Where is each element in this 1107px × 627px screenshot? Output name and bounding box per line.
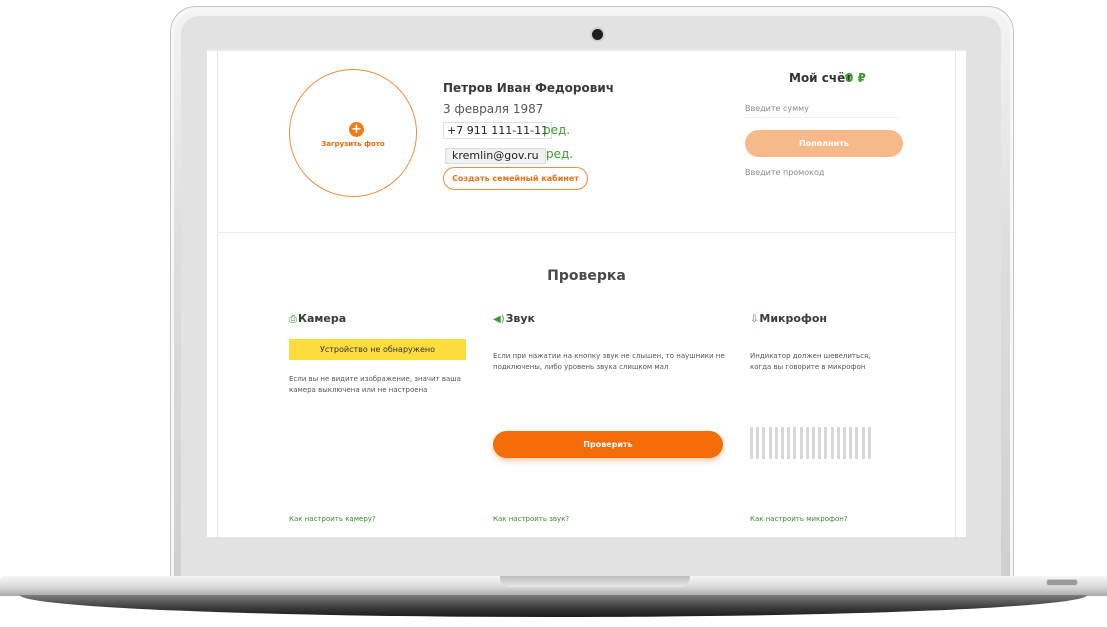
mic-level-bar bbox=[781, 427, 784, 459]
amount-input[interactable] bbox=[745, 99, 900, 118]
mic-level-bar bbox=[818, 427, 822, 459]
camera-title: Камера bbox=[298, 312, 347, 325]
check-section-title: Проверка bbox=[547, 268, 626, 284]
mic-help-link[interactable]: Как настроить микрофон? bbox=[750, 515, 848, 523]
user-name: Петров Иван Федорович bbox=[443, 81, 614, 95]
upload-photo-label[interactable]: Загрузить фото bbox=[307, 140, 399, 148]
sound-title: Звук bbox=[505, 312, 536, 325]
phone-field: +7 911 111-11-11 bbox=[443, 122, 553, 139]
mic-level-bar bbox=[867, 427, 871, 459]
mic-level-bar bbox=[812, 427, 815, 459]
promo-code-input[interactable] bbox=[745, 164, 900, 180]
section-divider bbox=[218, 232, 955, 233]
mic-level-bar bbox=[787, 427, 791, 459]
mic-level-bar bbox=[824, 427, 828, 459]
mic-level-bar bbox=[768, 427, 772, 459]
mic-level-bar bbox=[799, 427, 803, 459]
mic-description: Индикатор должен шевелиться, когда вы го… bbox=[750, 352, 871, 371]
camera-heading: ⎙Камера bbox=[289, 312, 346, 325]
mic-level-bar bbox=[843, 427, 846, 459]
device-not-found-badge: Устройство не обнаружено bbox=[289, 339, 466, 360]
mic-level-bar bbox=[861, 427, 865, 459]
mic-level-bar bbox=[793, 427, 797, 459]
plus-icon[interactable]: + bbox=[349, 122, 364, 137]
sound-description: Если при нажатии на кнопку звук не слыше… bbox=[493, 352, 725, 371]
mic-level-bar bbox=[756, 427, 760, 459]
camera-icon: ⎙ bbox=[289, 314, 297, 325]
user-birth-date: 3 февраля 1987 bbox=[443, 102, 544, 116]
speaker-icon: ◀) bbox=[493, 314, 505, 325]
sound-help-link[interactable]: Как настроить звук? bbox=[493, 515, 569, 523]
mic-level-bar bbox=[855, 427, 859, 459]
email-field: kremlin@gov.ru bbox=[445, 148, 546, 164]
laptop-hinge-notch bbox=[500, 576, 690, 587]
mic-level-bar bbox=[774, 427, 778, 459]
mic-level-bar bbox=[830, 427, 834, 459]
phone-edit-link[interactable]: ред. bbox=[543, 123, 570, 137]
laptop-base-shadow bbox=[20, 595, 1087, 617]
mic-level-bar bbox=[836, 427, 840, 459]
webcam-icon bbox=[592, 29, 603, 40]
sound-heading: ◀)Звук bbox=[493, 312, 535, 325]
mic-heading: ⇩Микрофон bbox=[750, 312, 827, 325]
mic-level-bar bbox=[750, 427, 753, 459]
laptop-screen: + Загрузить фото Петров Иван Федорович 3… bbox=[207, 49, 966, 537]
mic-level-bar bbox=[849, 427, 853, 459]
mic-level-bar bbox=[805, 427, 809, 459]
create-family-cabinet-button[interactable]: Создать семейный кабинет bbox=[443, 167, 588, 190]
email-edit-link[interactable]: ред. bbox=[546, 147, 573, 161]
microphone-icon: ⇩ bbox=[750, 314, 759, 325]
laptop-side-slot bbox=[1046, 579, 1078, 586]
mic-level-bar bbox=[762, 427, 766, 459]
camera-help-link[interactable]: Как настроить камеру? bbox=[289, 515, 376, 523]
mic-title: Микрофон bbox=[759, 312, 828, 325]
check-sound-button[interactable]: Проверить bbox=[493, 431, 723, 458]
camera-description: Если вы не видите изображение, значит ва… bbox=[289, 375, 461, 394]
topup-button[interactable]: Пополнить bbox=[745, 130, 903, 157]
account-balance: 0 ₽ bbox=[845, 71, 866, 85]
mic-level-meter bbox=[750, 427, 875, 459]
account-title: Мой счёт bbox=[789, 71, 853, 85]
